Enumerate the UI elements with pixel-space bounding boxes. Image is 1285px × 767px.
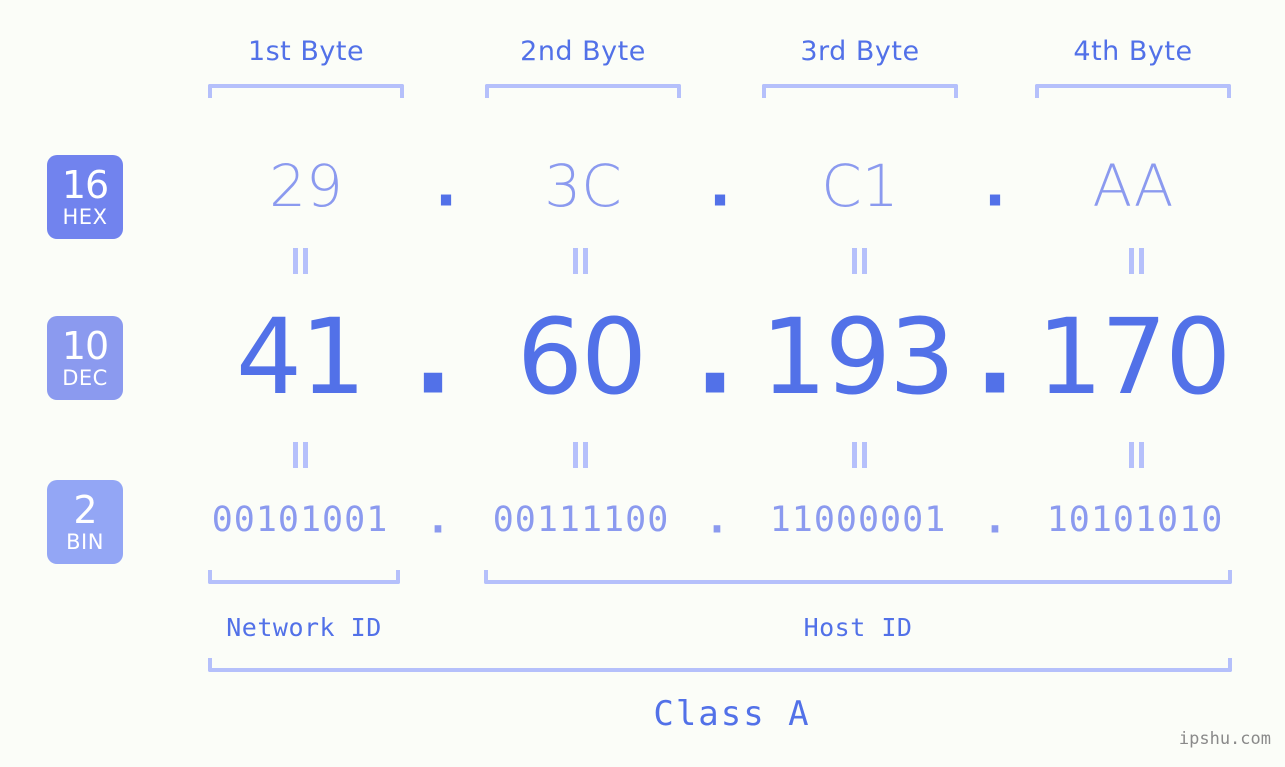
byte-bracket-3: [762, 84, 958, 98]
dec-byte-2: 60: [516, 296, 647, 418]
bin-separator-2: .: [709, 497, 725, 542]
equals-icon-hex-dec-1: [289, 248, 311, 274]
hex-separator-2: .: [708, 151, 732, 220]
base-badge-hex-name: HEX: [62, 205, 108, 229]
hex-separator-1: .: [434, 151, 458, 220]
base-badge-bin: 2 BIN: [47, 480, 123, 564]
class-label: Class A: [653, 694, 811, 734]
bin-separator-3: .: [987, 497, 1003, 542]
bin-byte-2: 00111100: [492, 500, 670, 540]
byte-bracket-1: [208, 84, 404, 98]
dec-byte-4: 170: [1036, 296, 1232, 418]
base-badge-bin-name: BIN: [66, 530, 104, 554]
equals-icon-dec-bin-4: [1125, 442, 1147, 468]
base-badge-hex: 16 HEX: [47, 155, 123, 239]
base-badge-hex-number: 16: [61, 163, 109, 207]
base-badge-bin-number: 2: [73, 488, 97, 532]
network-id-label: Network ID: [226, 613, 382, 642]
byte-header-3: 3rd Byte: [800, 36, 920, 67]
base-badge-dec-name: DEC: [62, 366, 108, 390]
base-badge-dec-number: 10: [61, 324, 109, 368]
hex-byte-4: AA: [1092, 152, 1174, 220]
hex-separator-3: .: [983, 151, 1007, 220]
host-id-label: Host ID: [803, 613, 913, 642]
bin-byte-1: 00101001: [211, 500, 389, 540]
host-id-bracket: [484, 570, 1232, 584]
dec-separator-1: .: [413, 295, 453, 418]
bin-byte-3: 11000001: [769, 500, 947, 540]
byte-header-4: 4th Byte: [1073, 36, 1193, 67]
dec-separator-2: .: [695, 295, 735, 418]
byte-header-2: 2nd Byte: [520, 36, 646, 67]
hex-byte-2: 3C: [544, 152, 622, 220]
equals-icon-hex-dec-4: [1125, 248, 1147, 274]
bin-byte-4: 10101010: [1046, 500, 1224, 540]
bin-separator-1: .: [430, 497, 446, 542]
equals-icon-dec-bin-3: [848, 442, 870, 468]
ip-address-breakdown-diagram: 1st Byte 2nd Byte 3rd Byte 4th Byte 16 H…: [0, 0, 1285, 767]
equals-icon-hex-dec-2: [569, 248, 591, 274]
base-badge-dec: 10 DEC: [47, 316, 123, 400]
dec-byte-3: 193: [760, 296, 956, 418]
dec-separator-3: .: [975, 295, 1015, 418]
byte-header-1: 1st Byte: [247, 36, 365, 67]
network-id-bracket: [208, 570, 400, 584]
equals-icon-dec-bin-1: [289, 442, 311, 468]
byte-bracket-4: [1035, 84, 1231, 98]
equals-icon-hex-dec-3: [848, 248, 870, 274]
hex-byte-3: C1: [821, 152, 899, 220]
equals-icon-dec-bin-2: [569, 442, 591, 468]
byte-bracket-2: [485, 84, 681, 98]
site-watermark: ipshu.com: [1178, 729, 1271, 749]
dec-byte-1: 41: [235, 296, 366, 418]
class-bracket: [208, 658, 1232, 672]
hex-byte-1: 29: [269, 152, 343, 220]
